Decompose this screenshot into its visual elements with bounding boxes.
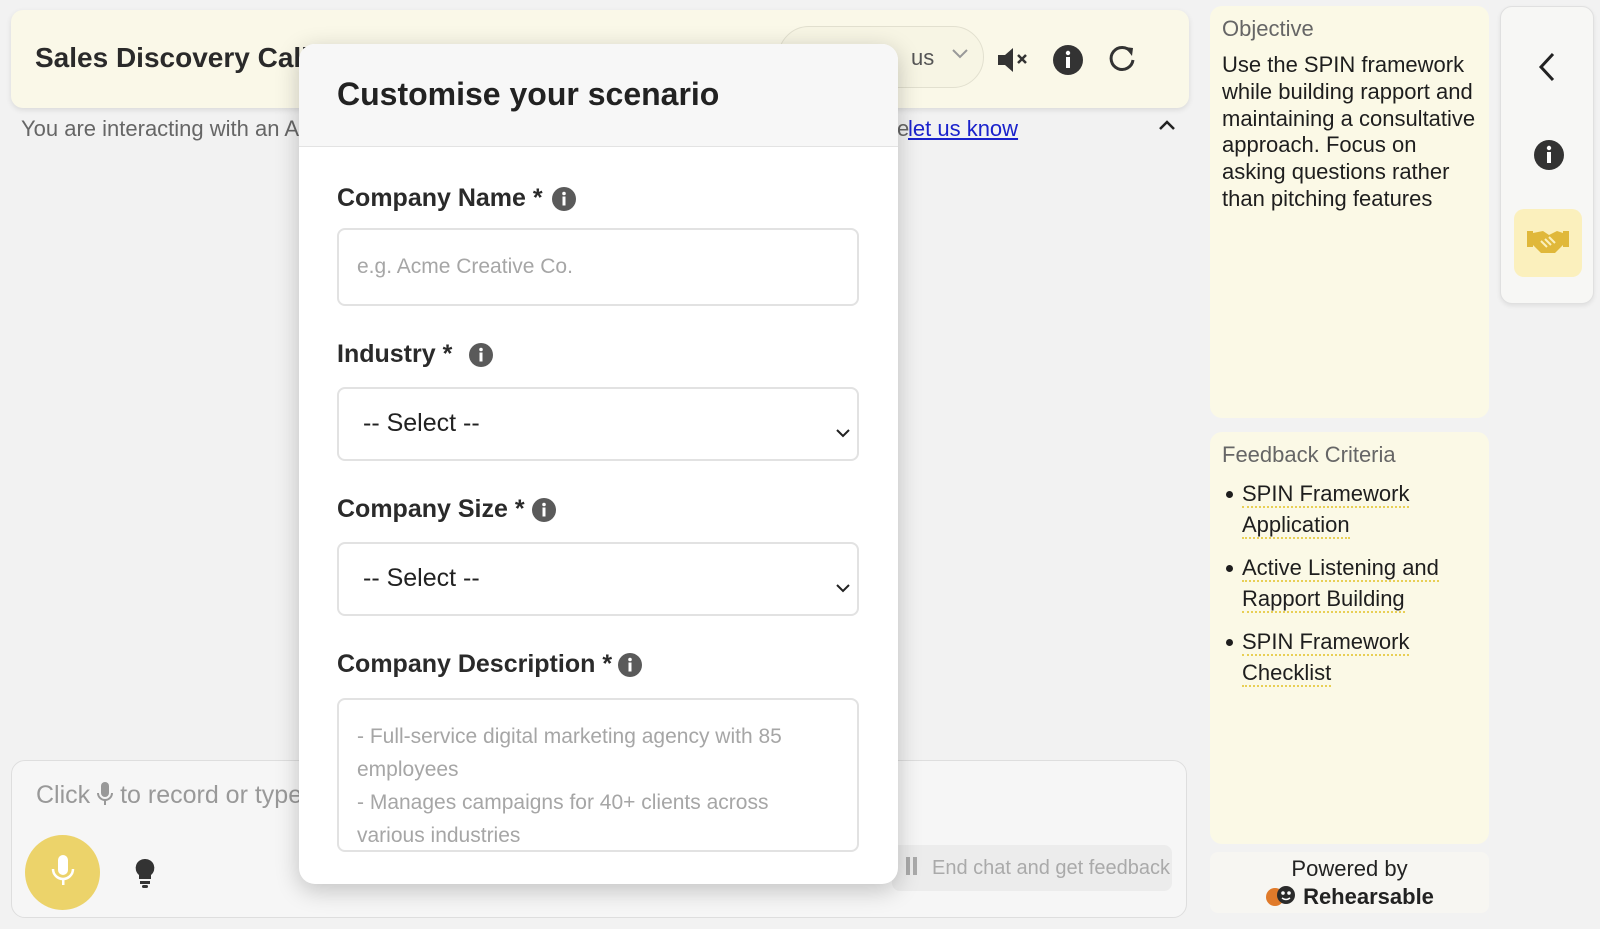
criteria-list: SPIN Framework Application Active Listen… xyxy=(1222,478,1479,688)
modal-header: Customise your scenario xyxy=(299,44,898,147)
company-description-label: Company Description * xyxy=(337,650,613,678)
description-placeholder-line: - Full-service digital marketing agency … xyxy=(357,725,782,781)
composer-placeholder: Click to record or type xyxy=(36,781,302,810)
lightbulb-icon[interactable] xyxy=(133,857,157,889)
company-description-textarea[interactable]: - Full-service digital marketing agency … xyxy=(337,698,859,852)
criteria-spin-application[interactable]: SPIN Framework Application xyxy=(1242,481,1410,539)
company-name-input[interactable] xyxy=(337,228,859,306)
speaker-mute-icon[interactable] xyxy=(996,44,1028,76)
microphone-icon xyxy=(51,855,74,885)
info-icon[interactable] xyxy=(1533,139,1565,171)
end-chat-button[interactable]: End chat and get feedback xyxy=(892,845,1172,891)
record-button[interactable] xyxy=(25,835,100,910)
industry-label: Industry * xyxy=(337,340,453,368)
criteria-item: SPIN Framework Application xyxy=(1222,478,1479,540)
description-placeholder-line: - Manages campaigns for 40+ clients acro… xyxy=(357,791,769,847)
chevron-left-icon[interactable] xyxy=(1536,51,1560,91)
composer-placeholder-end: to record or type xyxy=(120,781,303,809)
objective-text: Use the SPIN framework while building ra… xyxy=(1222,52,1476,211)
info-icon[interactable] xyxy=(551,186,577,212)
handshake-icon xyxy=(1527,231,1569,253)
microphone-inline-icon xyxy=(97,782,114,805)
criteria-item: Active Listening and Rapport Building xyxy=(1222,552,1479,614)
criteria-active-listening[interactable]: Active Listening and Rapport Building xyxy=(1242,555,1439,613)
objective-title: Objective xyxy=(1222,16,1314,41)
objective-panel: Objective Use the SPIN framework while b… xyxy=(1210,6,1489,418)
persona-label: us xyxy=(911,45,935,70)
feedback-criteria-panel: Feedback Criteria SPIN Framework Applica… xyxy=(1210,432,1489,844)
side-rail xyxy=(1500,6,1594,304)
powered-by-label: Powered by xyxy=(1291,856,1408,881)
chevron-down-icon xyxy=(951,43,969,66)
industry-select[interactable]: -- Select -- xyxy=(337,387,859,461)
criteria-spin-checklist[interactable]: SPIN Framework Checklist xyxy=(1242,629,1410,687)
refresh-icon[interactable] xyxy=(1107,44,1139,76)
roleplay-tab[interactable] xyxy=(1514,209,1582,277)
info-icon[interactable] xyxy=(1052,44,1084,76)
stop-icon xyxy=(906,857,922,877)
info-icon[interactable] xyxy=(468,342,494,368)
chevron-down-icon xyxy=(835,417,851,438)
customise-scenario-modal: Customise your scenario Company Name * I… xyxy=(299,44,898,884)
composer-placeholder-start: Click xyxy=(36,781,91,809)
info-icon[interactable] xyxy=(617,652,643,678)
company-size-selected-value: -- Select -- xyxy=(363,564,480,592)
company-size-select[interactable]: -- Select -- xyxy=(337,542,859,616)
brand-row: Rehearsable xyxy=(1210,884,1489,910)
page-title: Sales Discovery Call xyxy=(35,42,309,73)
brand-name: Rehearsable xyxy=(1303,884,1434,909)
info-icon[interactable] xyxy=(531,497,557,523)
criteria-item: SPIN Framework Checklist xyxy=(1222,626,1479,688)
feedback-criteria-title: Feedback Criteria xyxy=(1222,442,1396,467)
powered-by-footer[interactable]: Powered by Rehearsable xyxy=(1210,852,1489,913)
industry-selected-value: -- Select -- xyxy=(363,409,480,437)
end-chat-label: End chat and get feedback xyxy=(932,857,1170,879)
chevron-down-icon xyxy=(835,572,851,593)
rehearsable-logo-icon xyxy=(1265,885,1297,907)
modal-title: Customise your scenario xyxy=(337,76,720,112)
company-size-label: Company Size * xyxy=(337,495,525,523)
ai-notice-text: You are interacting with an A xyxy=(21,116,300,141)
company-name-label: Company Name * xyxy=(337,184,543,212)
chevron-up-icon[interactable] xyxy=(1157,118,1179,140)
let-us-know-link[interactable]: let us know xyxy=(908,116,1018,142)
